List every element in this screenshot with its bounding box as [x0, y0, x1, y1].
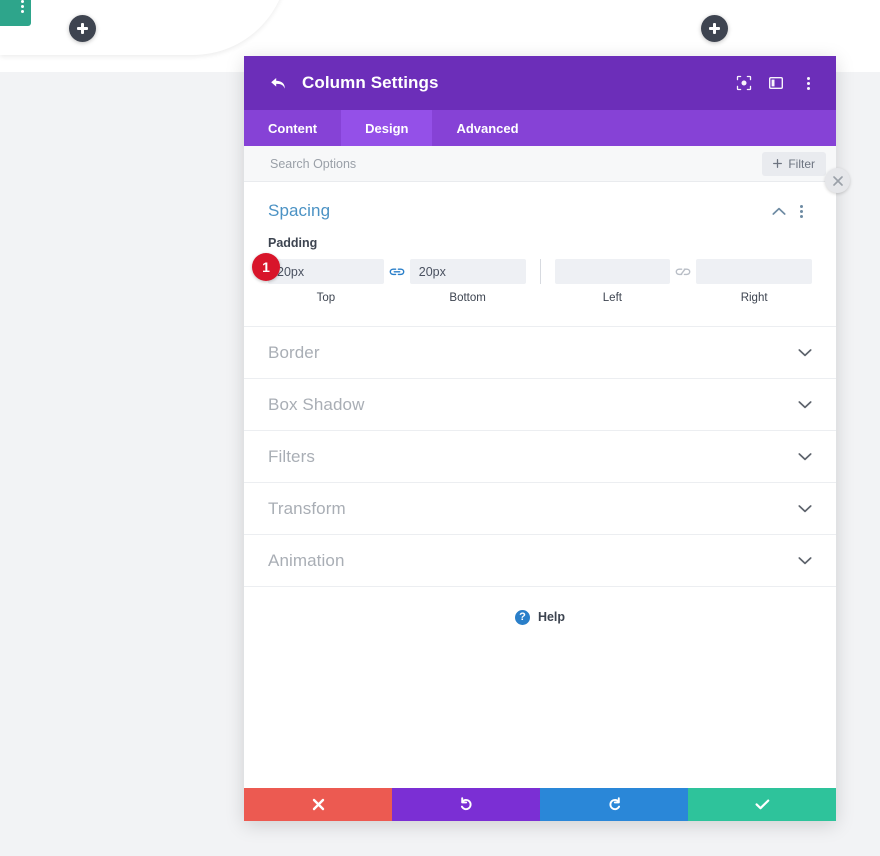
broken-link-icon[interactable] [670, 266, 696, 278]
help-label: Help [537, 610, 566, 624]
section-border[interactable]: Border [244, 327, 836, 379]
back-arrow-button[interactable] [266, 71, 290, 95]
link-icon[interactable] [384, 266, 410, 278]
chevron-down-icon[interactable] [798, 400, 812, 409]
close-icon [832, 175, 843, 186]
tab-content[interactable]: Content [244, 110, 341, 146]
section-filters-label: Filters [268, 446, 315, 466]
vertical-dots-icon[interactable] [21, 0, 24, 13]
section-transform[interactable]: Transform [244, 483, 836, 535]
padding-top-label: Top [316, 292, 336, 304]
modal-header: Column Settings [244, 56, 836, 110]
redo-button[interactable] [540, 788, 688, 821]
question-mark-icon: ? [514, 609, 530, 625]
checkmark-icon [755, 799, 769, 810]
chevron-up-icon[interactable] [768, 200, 790, 222]
spacing-section: Spacing Padding 1 Top [244, 182, 836, 327]
chevron-down-icon[interactable] [798, 452, 812, 461]
vertical-dots-icon[interactable] [790, 200, 812, 222]
modal-tabs: Content Design Advanced [244, 110, 836, 146]
padding-right-label: Right [740, 292, 768, 304]
plus-icon [709, 23, 720, 34]
focus-target-icon[interactable] [730, 69, 758, 97]
column-settings-modal: Column Settings Content Design Advanced [244, 56, 850, 821]
chevron-down-icon[interactable] [798, 348, 812, 357]
cancel-button[interactable] [244, 788, 392, 821]
module-action-bar[interactable] [0, 0, 31, 26]
section-border-label: Border [268, 342, 320, 362]
chevron-down-icon[interactable] [798, 556, 812, 565]
split-layout-icon[interactable] [762, 69, 790, 97]
step-badge: 1 [252, 253, 280, 281]
padding-top-group: Top [268, 259, 384, 304]
section-animation-label: Animation [268, 550, 345, 570]
tab-advanced[interactable]: Advanced [432, 110, 542, 146]
padding-field-row: 1 Top Bottom [252, 253, 812, 304]
padding-bottom-group: Bottom [409, 259, 526, 304]
plus-icon [773, 159, 783, 168]
undo-icon [460, 797, 472, 811]
modal-body: Spacing Padding 1 Top [244, 182, 836, 788]
search-input[interactable] [268, 155, 763, 172]
redo-icon [608, 797, 620, 811]
close-x-icon [312, 798, 324, 811]
chevron-down-icon[interactable] [798, 504, 812, 513]
section-transform-label: Transform [268, 498, 346, 518]
filter-button[interactable]: Filter [762, 151, 826, 176]
modal-footer [244, 788, 836, 821]
section-animation[interactable]: Animation [244, 535, 836, 587]
rounded-white-panel [0, 0, 288, 55]
add-row-button-left[interactable] [69, 15, 96, 42]
vertical-dots-icon[interactable] [794, 69, 822, 97]
section-box-shadow[interactable]: Box Shadow [244, 379, 836, 431]
padding-left-input[interactable] [554, 259, 671, 284]
section-box-shadow-label: Box Shadow [268, 394, 365, 414]
padding-right-group: Right [696, 259, 812, 304]
help-area[interactable]: ? Help [244, 587, 836, 647]
back-arrow-icon [270, 77, 285, 89]
padding-left-label: Left [602, 292, 622, 304]
padding-bottom-input[interactable] [409, 259, 526, 284]
save-button[interactable] [688, 788, 836, 821]
modal-title: Column Settings [302, 73, 439, 92]
padding-left-group: Left [554, 259, 671, 304]
filter-button-label: Filter [788, 156, 815, 171]
padding-right-input[interactable] [696, 259, 812, 284]
spacing-title: Spacing [268, 201, 331, 220]
section-filters[interactable]: Filters [244, 431, 836, 483]
plus-icon [77, 23, 88, 34]
padding-bottom-label: Bottom [449, 292, 486, 304]
search-bar: Filter [244, 146, 836, 182]
spacing-header: Spacing [268, 200, 812, 222]
field-divider [539, 259, 541, 284]
padding-top-input[interactable] [268, 259, 384, 284]
add-row-button-right[interactable] [701, 15, 728, 42]
undo-button[interactable] [392, 788, 540, 821]
padding-label: Padding [268, 236, 318, 250]
modal-close-button[interactable] [825, 168, 850, 193]
tab-design[interactable]: Design [341, 110, 433, 146]
